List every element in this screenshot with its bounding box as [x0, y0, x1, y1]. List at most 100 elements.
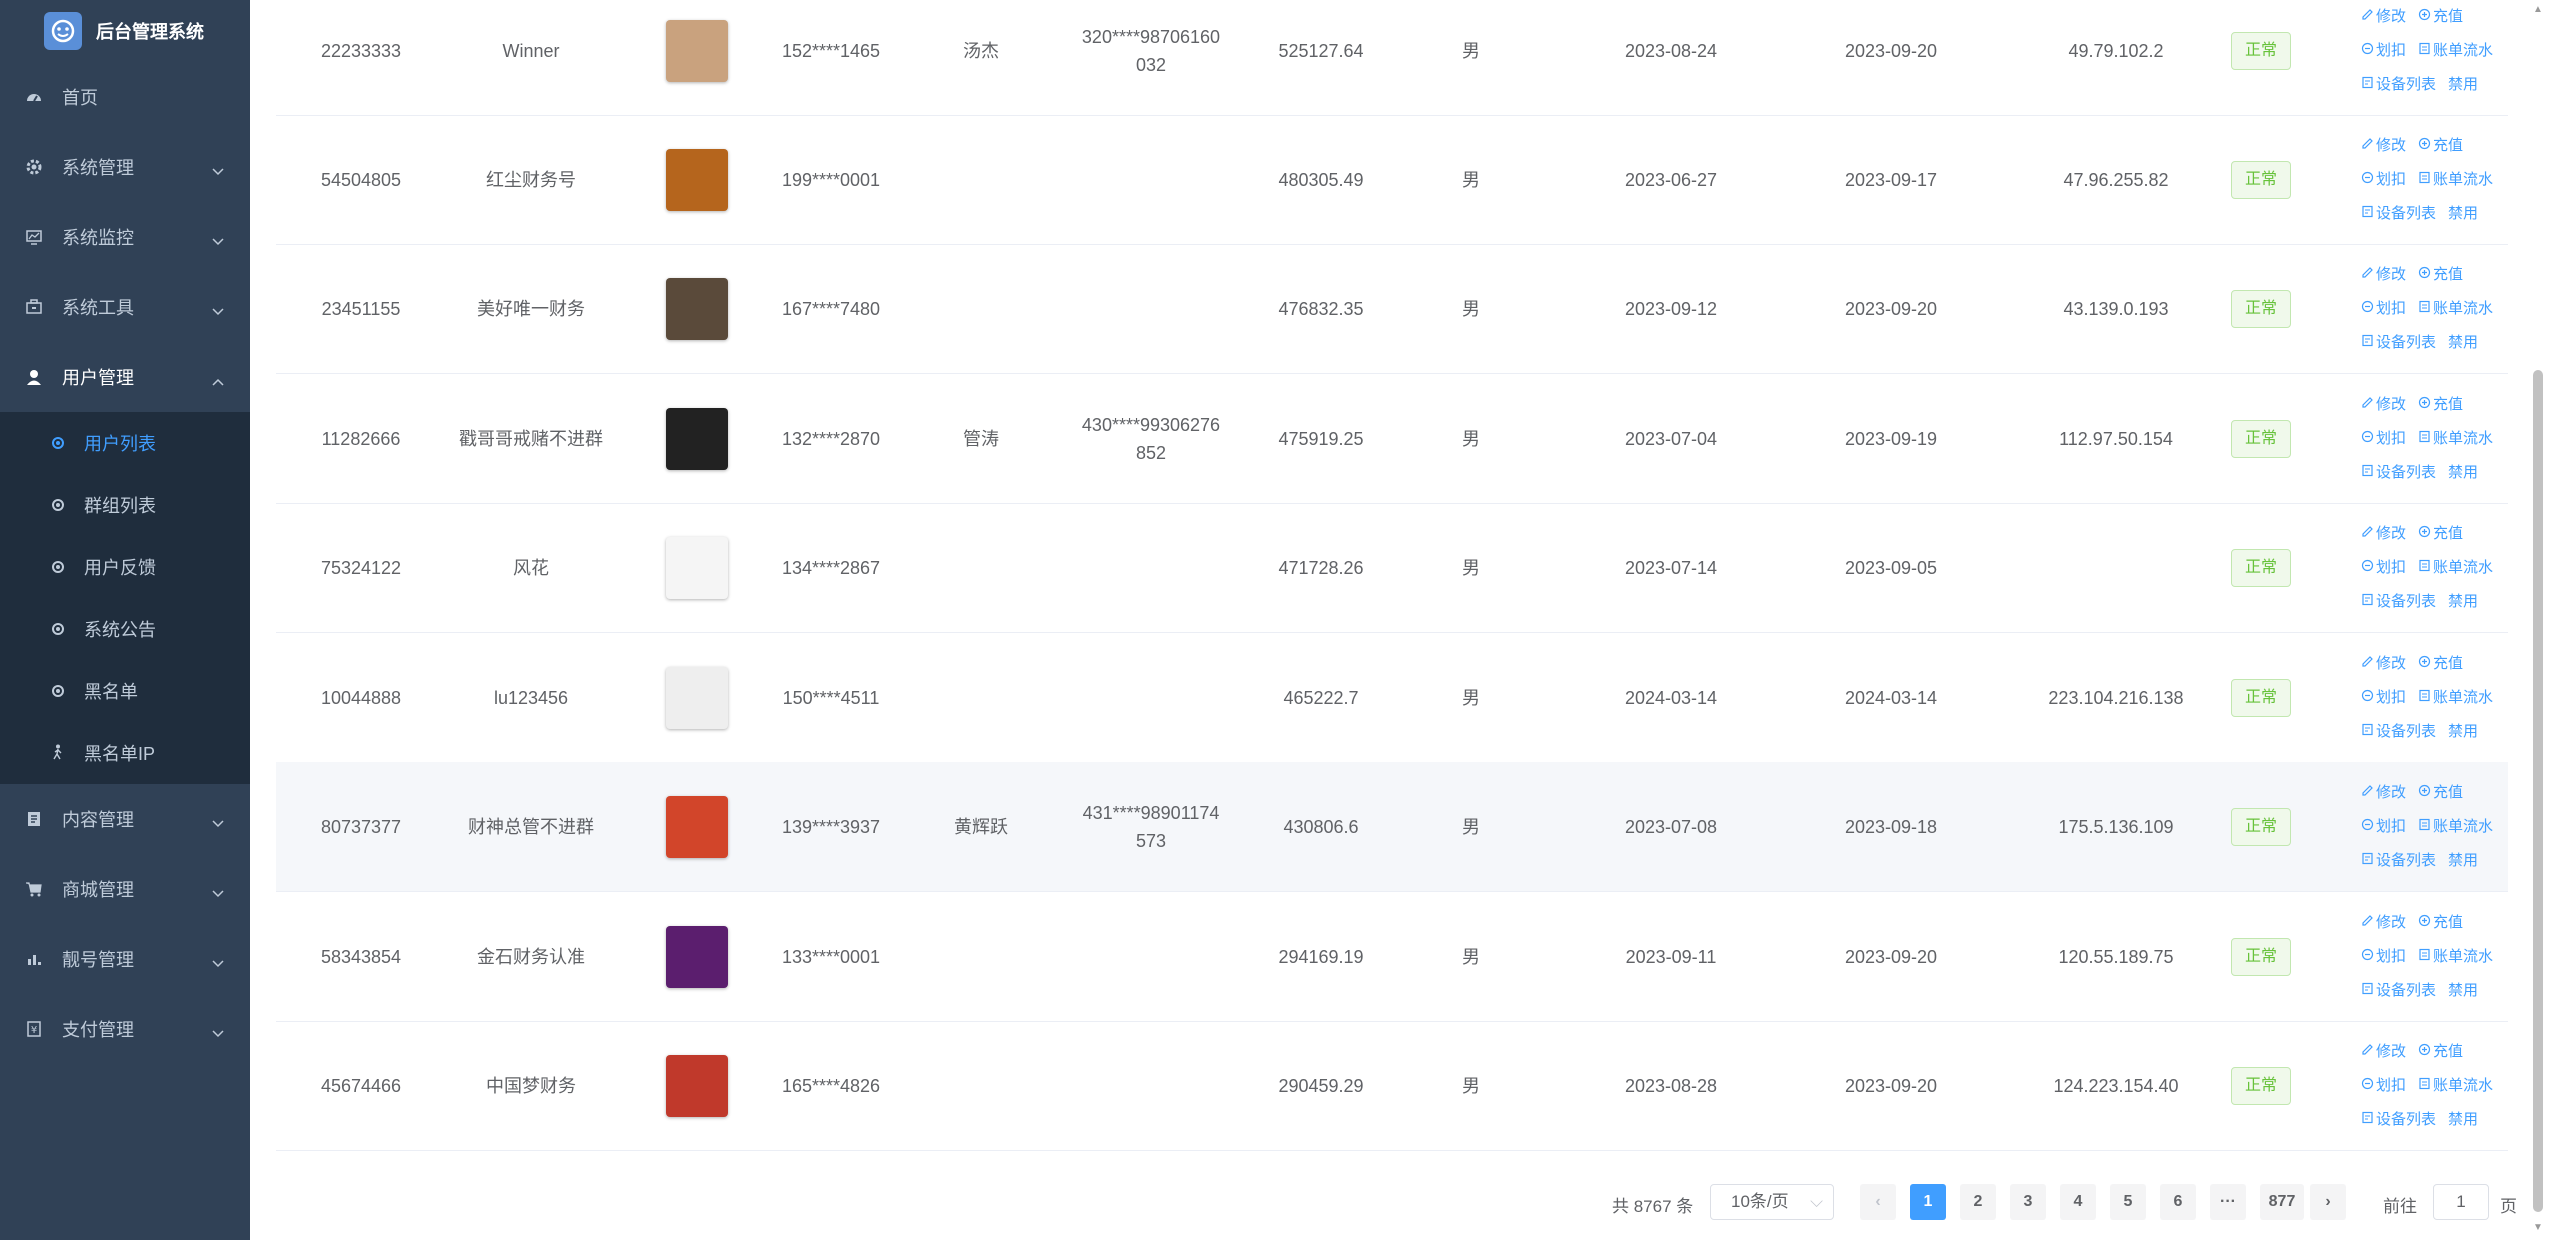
page-button[interactable]: 2 — [1960, 1184, 1996, 1220]
device-list-button[interactable]: 设备列表 — [2361, 977, 2436, 1005]
sidebar-item-system[interactable]: 系统管理 — [0, 132, 250, 202]
table-row[interactable]: 75324122 风花 134****2867 471728.26 男 2023… — [276, 503, 2508, 633]
ban-button[interactable]: 禁用 — [2448, 71, 2478, 99]
ban-button[interactable]: 禁用 — [2448, 1106, 2478, 1134]
deduct-button[interactable]: 划扣 — [2361, 295, 2406, 323]
device-list-button[interactable]: 设备列表 — [2361, 329, 2436, 357]
vertical-scrollbar[interactable] — [2533, 370, 2543, 1212]
ban-button[interactable]: 禁用 — [2448, 200, 2478, 228]
ban-button[interactable]: 禁用 — [2448, 329, 2478, 357]
submenu-item-group-list[interactable]: 群组列表 — [0, 474, 250, 536]
recharge-button[interactable]: 充值 — [2418, 261, 2463, 289]
page-button[interactable]: 3 — [2010, 1184, 2046, 1220]
next-page-button[interactable]: › — [2310, 1184, 2346, 1220]
edit-button[interactable]: 修改 — [2361, 779, 2406, 807]
deduct-button[interactable]: 划扣 — [2361, 166, 2406, 194]
avatar[interactable] — [666, 666, 728, 729]
page-size-select[interactable]: 10条/页 ⌵ — [1710, 1184, 1834, 1220]
logo[interactable]: 后台管理系统 — [0, 0, 250, 62]
edit-button[interactable]: 修改 — [2361, 261, 2406, 289]
device-list-button[interactable]: 设备列表 — [2361, 1106, 2436, 1134]
scroll-up-arrow-icon[interactable]: ▲ — [2533, 4, 2543, 15]
table-row[interactable]: 23451155 美好唯一财务 167****7480 476832.35 男 … — [276, 244, 2508, 374]
avatar[interactable] — [666, 19, 728, 82]
recharge-button[interactable]: 充值 — [2418, 3, 2463, 31]
ban-button[interactable]: 禁用 — [2448, 847, 2478, 875]
bill-flow-button[interactable]: 账单流水 — [2418, 425, 2493, 453]
avatar[interactable] — [666, 407, 728, 470]
bill-flow-button[interactable]: 账单流水 — [2418, 684, 2493, 712]
ban-button[interactable]: 禁用 — [2448, 459, 2478, 487]
edit-button[interactable]: 修改 — [2361, 520, 2406, 548]
device-list-button[interactable]: 设备列表 — [2361, 847, 2436, 875]
edit-button[interactable]: 修改 — [2361, 132, 2406, 160]
bill-flow-button[interactable]: 账单流水 — [2418, 813, 2493, 841]
table-row[interactable]: 54504805 红尘财务号 199****0001 480305.49 男 2… — [276, 115, 2508, 245]
deduct-button[interactable]: 划扣 — [2361, 1072, 2406, 1100]
ban-button[interactable]: 禁用 — [2448, 977, 2478, 1005]
submenu-item-announcement[interactable]: 系统公告 — [0, 598, 250, 660]
avatar[interactable] — [666, 925, 728, 988]
deduct-button[interactable]: 划扣 — [2361, 425, 2406, 453]
bill-flow-button[interactable]: 账单流水 — [2418, 166, 2493, 194]
scroll-down-arrow-icon[interactable]: ▼ — [2533, 1222, 2543, 1233]
submenu-item-user-list[interactable]: 用户列表 — [0, 412, 250, 474]
bill-flow-button[interactable]: 账单流水 — [2418, 943, 2493, 971]
page-button[interactable]: 4 — [2060, 1184, 2096, 1220]
bill-flow-button[interactable]: 账单流水 — [2418, 1072, 2493, 1100]
table-row[interactable]: 58343854 金石财务认准 133****0001 294169.19 男 … — [276, 892, 2508, 1022]
sidebar-item-monitor[interactable]: 系统监控 — [0, 202, 250, 272]
recharge-button[interactable]: 充值 — [2418, 520, 2463, 548]
recharge-button[interactable]: 充值 — [2418, 779, 2463, 807]
device-list-button[interactable]: 设备列表 — [2361, 200, 2436, 228]
bill-flow-button[interactable]: 账单流水 — [2418, 554, 2493, 582]
deduct-button[interactable]: 划扣 — [2361, 943, 2406, 971]
table-row[interactable]: 10044888 lu123456 150****4511 465222.7 男… — [276, 633, 2508, 763]
recharge-button[interactable]: 充值 — [2418, 391, 2463, 419]
avatar[interactable] — [666, 795, 728, 858]
edit-button[interactable]: 修改 — [2361, 391, 2406, 419]
page-button[interactable]: 1 — [1910, 1184, 1946, 1220]
avatar[interactable] — [666, 277, 728, 340]
sidebar-item-payment[interactable]: ¥ 支付管理 — [0, 994, 250, 1064]
ban-button[interactable]: 禁用 — [2448, 588, 2478, 616]
submenu-item-blacklist[interactable]: 黑名单 — [0, 660, 250, 722]
recharge-button[interactable]: 充值 — [2418, 1038, 2463, 1066]
submenu-item-blacklist-ip[interactable]: 黑名单IP — [0, 722, 250, 784]
bill-flow-button[interactable]: 账单流水 — [2418, 295, 2493, 323]
edit-button[interactable]: 修改 — [2361, 1038, 2406, 1066]
table-row[interactable]: 22233333 Winner 152****1465 汤杰 320****98… — [276, 0, 2508, 116]
table-row[interactable]: 45674466 中国梦财务 165****4826 290459.29 男 2… — [276, 1021, 2508, 1151]
page-ellipsis-button[interactable]: ··· — [2210, 1184, 2246, 1220]
ban-button[interactable]: 禁用 — [2448, 718, 2478, 746]
recharge-button[interactable]: 充值 — [2418, 132, 2463, 160]
recharge-button[interactable]: 充值 — [2418, 909, 2463, 937]
edit-button[interactable]: 修改 — [2361, 650, 2406, 678]
deduct-button[interactable]: 划扣 — [2361, 813, 2406, 841]
avatar[interactable] — [666, 536, 728, 599]
device-list-button[interactable]: 设备列表 — [2361, 459, 2436, 487]
avatar[interactable] — [666, 1054, 728, 1117]
recharge-button[interactable]: 充值 — [2418, 650, 2463, 678]
deduct-button[interactable]: 划扣 — [2361, 554, 2406, 582]
sidebar-item-shop[interactable]: 商城管理 — [0, 854, 250, 924]
device-list-button[interactable]: 设备列表 — [2361, 71, 2436, 99]
table-row[interactable]: 80737377 财神总管不进群 139****3937 黄辉跃 431****… — [276, 762, 2508, 892]
goto-page-input[interactable]: 1 — [2433, 1184, 2489, 1220]
deduct-button[interactable]: 划扣 — [2361, 37, 2406, 65]
edit-button[interactable]: 修改 — [2361, 3, 2406, 31]
submenu-item-feedback[interactable]: 用户反馈 — [0, 536, 250, 598]
sidebar-item-pretty-number[interactable]: 靓号管理 — [0, 924, 250, 994]
sidebar-item-home[interactable]: 首页 — [0, 62, 250, 132]
device-list-button[interactable]: 设备列表 — [2361, 588, 2436, 616]
sidebar-item-users[interactable]: 用户管理 — [0, 342, 250, 412]
sidebar-item-tools[interactable]: 系统工具 — [0, 272, 250, 342]
bill-flow-button[interactable]: 账单流水 — [2418, 37, 2493, 65]
page-button[interactable]: 6 — [2160, 1184, 2196, 1220]
avatar[interactable] — [666, 148, 728, 211]
edit-button[interactable]: 修改 — [2361, 909, 2406, 937]
prev-page-button[interactable]: ‹ — [1860, 1184, 1896, 1220]
table-row[interactable]: 11282666 戳哥哥戒赌不进群 132****2870 管涛 430****… — [276, 374, 2508, 504]
device-list-button[interactable]: 设备列表 — [2361, 718, 2436, 746]
page-button[interactable]: 877 — [2260, 1184, 2304, 1220]
